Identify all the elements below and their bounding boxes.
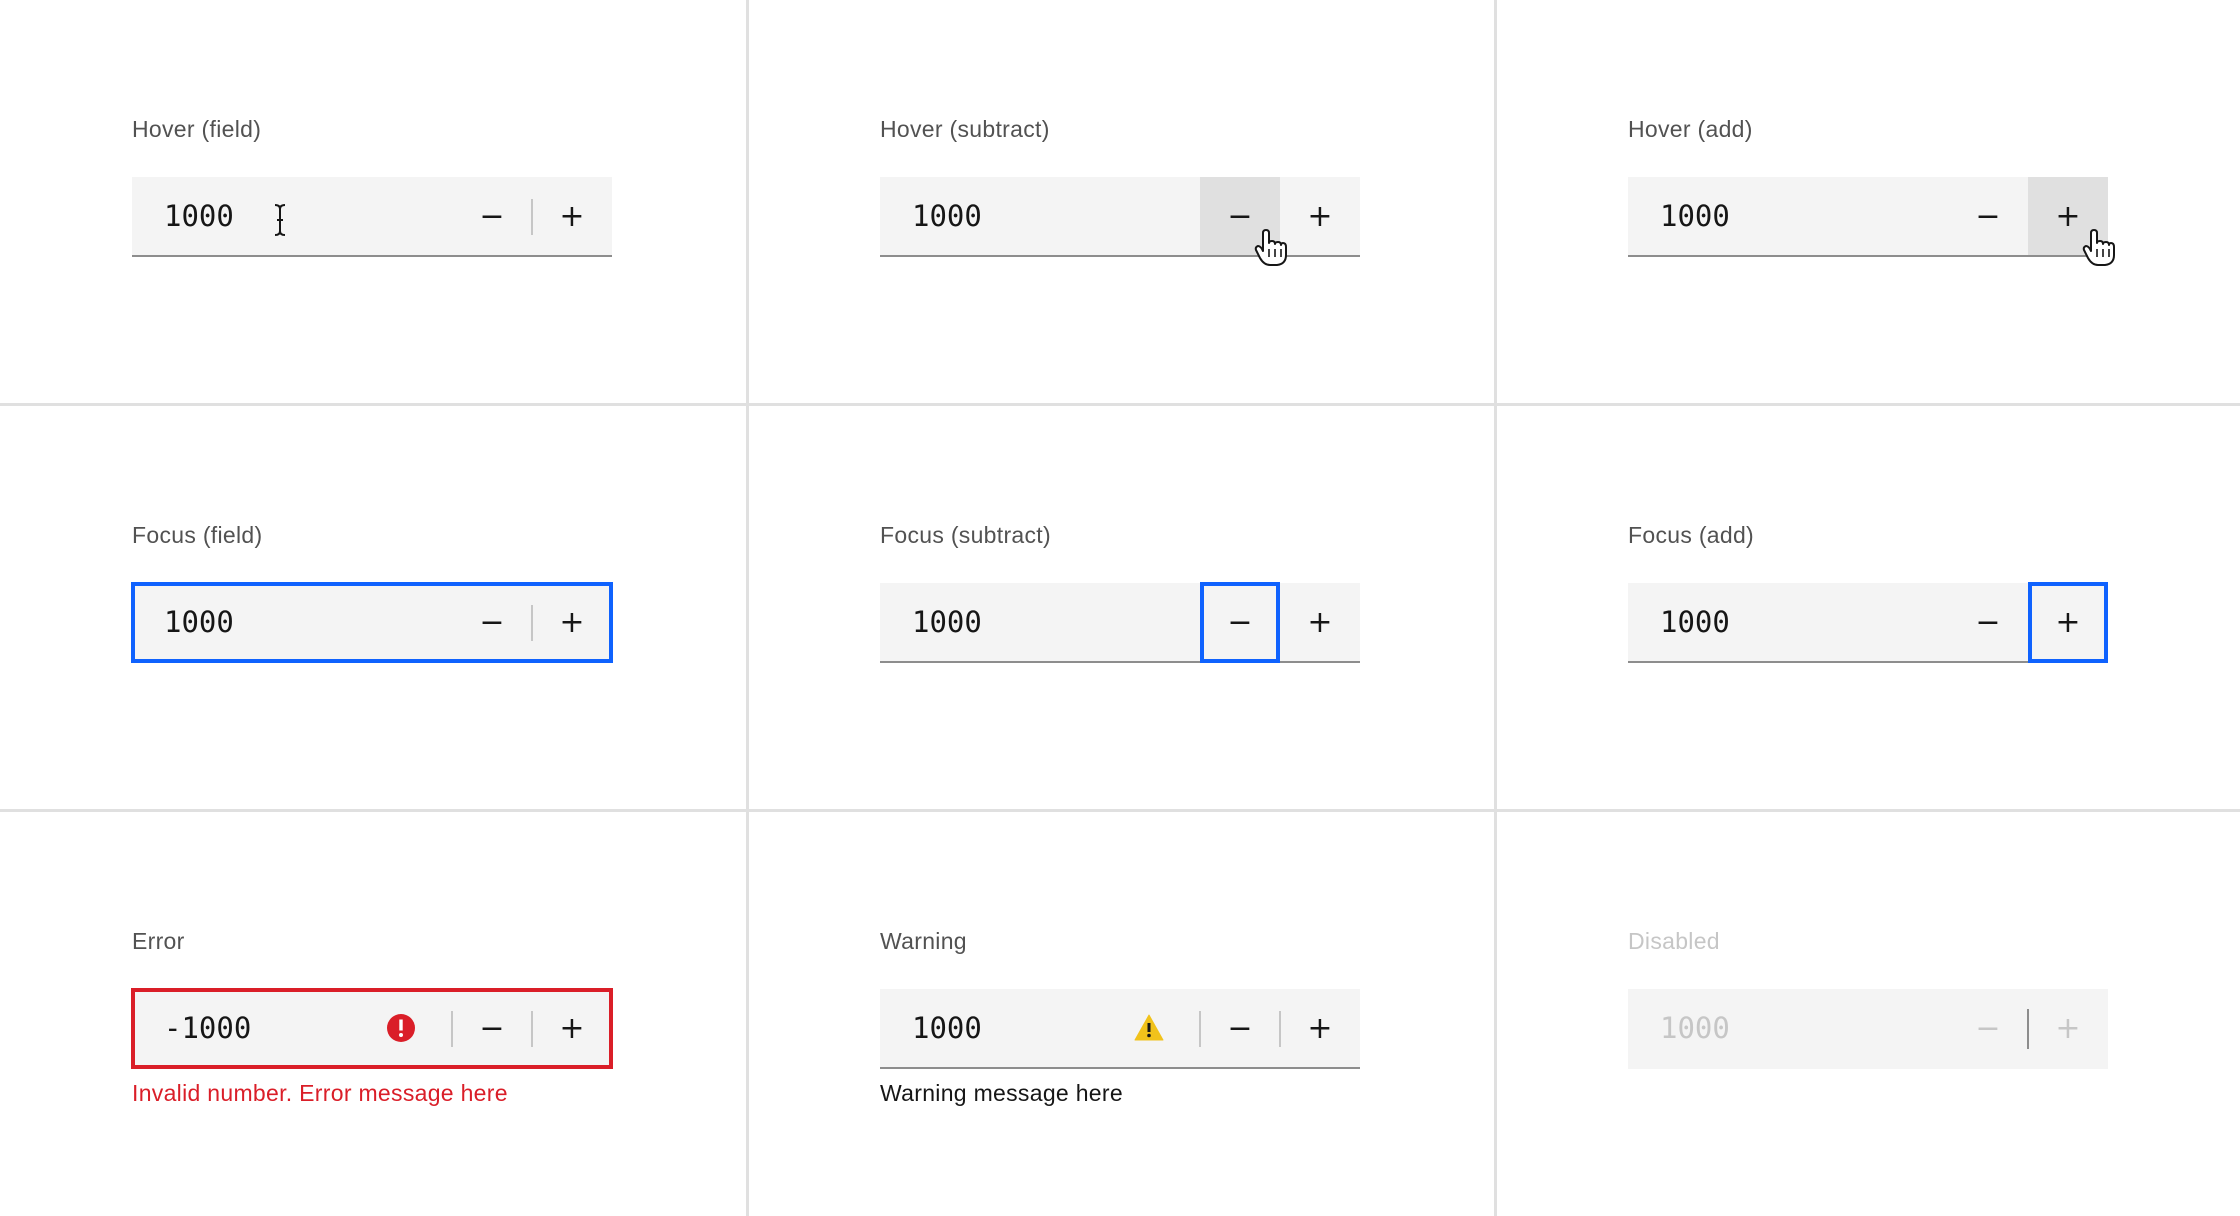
number-input: 1000 − +: [1628, 989, 2108, 1069]
increment-button[interactable]: +: [2028, 582, 2108, 663]
number-value[interactable]: 1000: [1660, 177, 1730, 255]
field-label: Hover (add): [1628, 116, 1753, 142]
number-input-error: Error -1000 − + Invalid number. Error me…: [131, 926, 613, 1108]
number-input[interactable]: 1000 − +: [880, 582, 1360, 663]
number-input-focus-field: Focus (field) 1000 − +: [131, 520, 613, 663]
number-input-disabled: Disabled 1000 − +: [1628, 926, 2108, 1069]
increment-button[interactable]: +: [532, 583, 612, 661]
warning-alt-icon: [1134, 1014, 1164, 1041]
decrement-button[interactable]: −: [452, 989, 532, 1067]
field-label: Focus (field): [132, 522, 263, 548]
number-input[interactable]: 1000 − +: [1628, 582, 2108, 663]
decrement-button[interactable]: −: [1948, 583, 2028, 661]
number-input[interactable]: 1000 − +: [880, 177, 1360, 266]
number-input[interactable]: 1000 − +: [880, 989, 1360, 1069]
field-label: Error: [132, 928, 185, 954]
increment-button[interactable]: +: [1280, 989, 1360, 1067]
decrement-button[interactable]: −: [452, 177, 532, 255]
decrement-button[interactable]: −: [452, 583, 532, 661]
number-value[interactable]: -1000: [164, 989, 251, 1067]
number-input[interactable]: -1000 − +: [131, 988, 613, 1069]
increment-button[interactable]: +: [2028, 177, 2108, 255]
decrement-button[interactable]: −: [1948, 177, 2028, 255]
number-value[interactable]: 1000: [164, 177, 234, 255]
field-label: Focus (subtract): [880, 522, 1051, 548]
increment-button: +: [2055, 1010, 2081, 1046]
field-label: Disabled: [1628, 928, 1720, 954]
increment-button[interactable]: +: [1280, 583, 1360, 661]
error-filled-icon: [387, 1014, 415, 1042]
column-divider: [746, 0, 749, 1216]
number-value[interactable]: 1000: [1660, 583, 1730, 661]
number-input-hover-add: Hover (add) 1000 − +: [1628, 114, 2115, 266]
field-label: Hover (subtract): [880, 116, 1050, 142]
row-divider: [0, 809, 2240, 812]
error-message: Invalid number. Error message here: [132, 1080, 508, 1106]
decrement-button[interactable]: −: [1200, 582, 1280, 663]
number-input-warning: Warning 1000 − + Warning message here: [880, 926, 1360, 1108]
number-input-focus-add: Focus (add) 1000 − +: [1628, 520, 2108, 663]
field-label: Hover (field): [132, 116, 262, 142]
number-input[interactable]: 1000 − +: [1628, 177, 2115, 266]
number-value: 1000: [1660, 1011, 1730, 1045]
number-input-hover-field: Hover (field) 1000 − +: [132, 114, 612, 257]
decrement-button[interactable]: −: [1200, 989, 1280, 1067]
decrement-button[interactable]: −: [1200, 177, 1280, 255]
number-value[interactable]: 1000: [912, 583, 982, 661]
number-value[interactable]: 1000: [912, 989, 982, 1067]
number-value[interactable]: 1000: [164, 583, 234, 661]
number-input[interactable]: 1000 − +: [132, 177, 612, 257]
number-input-hover-subtract: Hover (subtract) 1000 − +: [880, 114, 1360, 266]
row-divider: [0, 403, 2240, 406]
field-label: Focus (add): [1628, 522, 1755, 548]
column-divider: [1494, 0, 1497, 1216]
decrement-button: −: [1975, 1010, 2001, 1046]
warning-message: Warning message here: [880, 1080, 1123, 1106]
field-label: Warning: [880, 928, 967, 954]
i-beam-cursor-icon: [274, 204, 286, 236]
number-input[interactable]: 1000 − +: [131, 582, 613, 663]
number-value[interactable]: 1000: [912, 177, 982, 255]
increment-button[interactable]: +: [532, 989, 612, 1067]
increment-button[interactable]: +: [1280, 177, 1360, 255]
increment-button[interactable]: +: [532, 177, 612, 255]
number-input-focus-subtract: Focus (subtract) 1000 − +: [880, 520, 1360, 663]
